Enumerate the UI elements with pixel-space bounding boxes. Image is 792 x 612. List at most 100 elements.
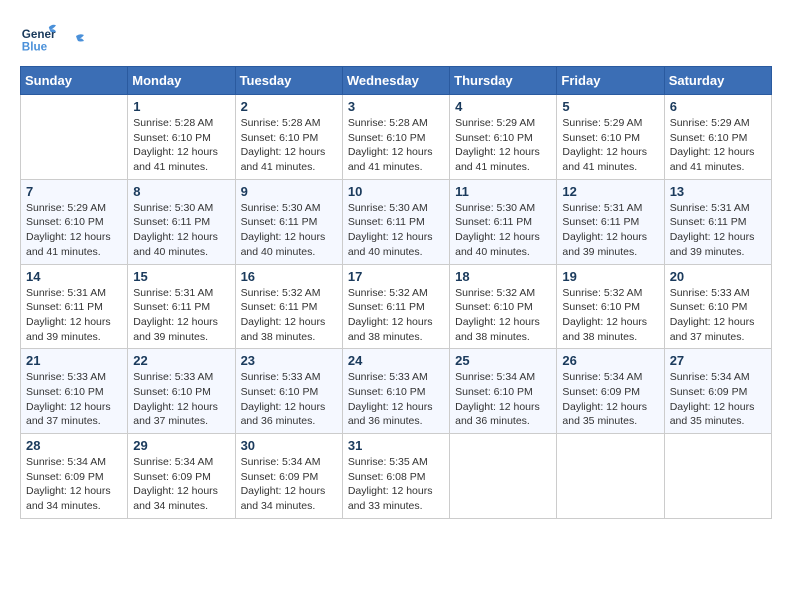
calendar-cell: 29 Sunrise: 5:34 AM Sunset: 6:09 PM Dayli… (128, 434, 235, 519)
calendar-cell: 24 Sunrise: 5:33 AM Sunset: 6:10 PM Dayli… (342, 349, 449, 434)
calendar-cell: 1 Sunrise: 5:28 AM Sunset: 6:10 PM Daylig… (128, 95, 235, 180)
day-number: 9 (241, 184, 337, 199)
calendar-cell (664, 434, 771, 519)
day-info: Sunrise: 5:28 AM Sunset: 6:10 PM Dayligh… (348, 116, 444, 175)
day-number: 8 (133, 184, 229, 199)
day-info: Sunrise: 5:28 AM Sunset: 6:10 PM Dayligh… (241, 116, 337, 175)
calendar-cell: 2 Sunrise: 5:28 AM Sunset: 6:10 PM Daylig… (235, 95, 342, 180)
calendar-cell (557, 434, 664, 519)
calendar-cell: 18 Sunrise: 5:32 AM Sunset: 6:10 PM Dayli… (450, 264, 557, 349)
day-number: 1 (133, 99, 229, 114)
calendar-table: SundayMondayTuesdayWednesdayThursdayFrid… (20, 66, 772, 519)
day-info: Sunrise: 5:34 AM Sunset: 6:09 PM Dayligh… (562, 370, 658, 429)
weekday-header-monday: Monday (128, 67, 235, 95)
day-number: 7 (26, 184, 122, 199)
day-info: Sunrise: 5:30 AM Sunset: 6:11 PM Dayligh… (348, 201, 444, 260)
calendar-cell: 20 Sunrise: 5:33 AM Sunset: 6:10 PM Dayli… (664, 264, 771, 349)
calendar-cell: 28 Sunrise: 5:34 AM Sunset: 6:09 PM Dayli… (21, 434, 128, 519)
day-number: 10 (348, 184, 444, 199)
calendar-cell: 16 Sunrise: 5:32 AM Sunset: 6:11 PM Dayli… (235, 264, 342, 349)
day-number: 27 (670, 353, 766, 368)
day-info: Sunrise: 5:32 AM Sunset: 6:10 PM Dayligh… (455, 286, 551, 345)
day-info: Sunrise: 5:33 AM Sunset: 6:10 PM Dayligh… (26, 370, 122, 429)
calendar-cell: 19 Sunrise: 5:32 AM Sunset: 6:10 PM Dayli… (557, 264, 664, 349)
day-info: Sunrise: 5:31 AM Sunset: 6:11 PM Dayligh… (562, 201, 658, 260)
day-number: 20 (670, 269, 766, 284)
day-info: Sunrise: 5:31 AM Sunset: 6:11 PM Dayligh… (133, 286, 229, 345)
calendar-cell: 13Sunrise: 5:31 AM Sunset: 6:11 PM Dayli… (664, 179, 771, 264)
day-info: Sunrise: 5:33 AM Sunset: 6:10 PM Dayligh… (670, 286, 766, 345)
day-number: 12 (562, 184, 658, 199)
calendar-cell: 10 Sunrise: 5:30 AM Sunset: 6:11 PM Dayli… (342, 179, 449, 264)
calendar-cell: 7 Sunrise: 5:29 AM Sunset: 6:10 PM Daylig… (21, 179, 128, 264)
day-number: 16 (241, 269, 337, 284)
weekday-header-saturday: Saturday (664, 67, 771, 95)
calendar-cell: 11 Sunrise: 5:30 AM Sunset: 6:11 PM Dayli… (450, 179, 557, 264)
day-number: 30 (241, 438, 337, 453)
day-info: Sunrise: 5:34 AM Sunset: 6:09 PM Dayligh… (133, 455, 229, 514)
day-number: 14 (26, 269, 122, 284)
day-number: 15 (133, 269, 229, 284)
day-number: 13 (670, 184, 766, 199)
weekday-header-sunday: Sunday (21, 67, 128, 95)
day-number: 25 (455, 353, 551, 368)
day-number: 21 (26, 353, 122, 368)
day-number: 5 (562, 99, 658, 114)
day-info: Sunrise: 5:33 AM Sunset: 6:10 PM Dayligh… (241, 370, 337, 429)
day-info: Sunrise: 5:35 AM Sunset: 6:08 PM Dayligh… (348, 455, 444, 514)
day-number: 6 (670, 99, 766, 114)
day-info: Sunrise: 5:30 AM Sunset: 6:11 PM Dayligh… (133, 201, 229, 260)
day-info: Sunrise: 5:28 AM Sunset: 6:10 PM Dayligh… (133, 116, 229, 175)
day-number: 17 (348, 269, 444, 284)
weekday-header-tuesday: Tuesday (235, 67, 342, 95)
calendar-cell: 4Sunrise: 5:29 AM Sunset: 6:10 PM Daylig… (450, 95, 557, 180)
day-number: 3 (348, 99, 444, 114)
day-info: Sunrise: 5:30 AM Sunset: 6:11 PM Dayligh… (455, 201, 551, 260)
calendar-cell: 17 Sunrise: 5:32 AM Sunset: 6:11 PM Dayli… (342, 264, 449, 349)
day-info: Sunrise: 5:34 AM Sunset: 6:09 PM Dayligh… (241, 455, 337, 514)
day-number: 31 (348, 438, 444, 453)
day-number: 11 (455, 184, 551, 199)
calendar-cell: 25 Sunrise: 5:34 AM Sunset: 6:10 PM Dayli… (450, 349, 557, 434)
calendar-cell: 27Sunrise: 5:34 AM Sunset: 6:09 PM Dayli… (664, 349, 771, 434)
day-info: Sunrise: 5:33 AM Sunset: 6:10 PM Dayligh… (348, 370, 444, 429)
calendar-cell (450, 434, 557, 519)
day-number: 2 (241, 99, 337, 114)
day-info: Sunrise: 5:29 AM Sunset: 6:10 PM Dayligh… (562, 116, 658, 175)
calendar-cell (21, 95, 128, 180)
day-number: 26 (562, 353, 658, 368)
day-info: Sunrise: 5:29 AM Sunset: 6:10 PM Dayligh… (26, 201, 122, 260)
day-info: Sunrise: 5:32 AM Sunset: 6:10 PM Dayligh… (562, 286, 658, 345)
weekday-header-friday: Friday (557, 67, 664, 95)
day-number: 18 (455, 269, 551, 284)
calendar-cell: 8 Sunrise: 5:30 AM Sunset: 6:11 PM Daylig… (128, 179, 235, 264)
day-number: 29 (133, 438, 229, 453)
calendar-cell: 21 Sunrise: 5:33 AM Sunset: 6:10 PM Dayli… (21, 349, 128, 434)
day-info: Sunrise: 5:29 AM Sunset: 6:10 PM Dayligh… (670, 116, 766, 175)
day-info: Sunrise: 5:32 AM Sunset: 6:11 PM Dayligh… (348, 286, 444, 345)
svg-text:Blue: Blue (22, 41, 48, 54)
day-number: 22 (133, 353, 229, 368)
day-info: Sunrise: 5:29 AM Sunset: 6:10 PM Dayligh… (455, 116, 551, 175)
calendar-cell: 3 Sunrise: 5:28 AM Sunset: 6:10 PM Daylig… (342, 95, 449, 180)
weekday-header-wednesday: Wednesday (342, 67, 449, 95)
day-number: 23 (241, 353, 337, 368)
calendar-cell: 6 Sunrise: 5:29 AM Sunset: 6:10 PM Daylig… (664, 95, 771, 180)
calendar-cell: 9 Sunrise: 5:30 AM Sunset: 6:11 PM Daylig… (235, 179, 342, 264)
day-info: Sunrise: 5:33 AM Sunset: 6:10 PM Dayligh… (133, 370, 229, 429)
calendar-cell: 14Sunrise: 5:31 AM Sunset: 6:11 PM Dayli… (21, 264, 128, 349)
calendar-cell: 12 Sunrise: 5:31 AM Sunset: 6:11 PM Dayli… (557, 179, 664, 264)
calendar-cell: 5 Sunrise: 5:29 AM Sunset: 6:10 PM Daylig… (557, 95, 664, 180)
calendar-cell: 26 Sunrise: 5:34 AM Sunset: 6:09 PM Dayli… (557, 349, 664, 434)
day-info: Sunrise: 5:30 AM Sunset: 6:11 PM Dayligh… (241, 201, 337, 260)
logo: General Blue (20, 20, 86, 56)
page-header: General Blue (20, 20, 772, 56)
day-info: Sunrise: 5:34 AM Sunset: 6:09 PM Dayligh… (26, 455, 122, 514)
day-number: 24 (348, 353, 444, 368)
calendar-cell: 15 Sunrise: 5:31 AM Sunset: 6:11 PM Dayli… (128, 264, 235, 349)
day-number: 19 (562, 269, 658, 284)
day-info: Sunrise: 5:32 AM Sunset: 6:11 PM Dayligh… (241, 286, 337, 345)
calendar-cell: 30 Sunrise: 5:34 AM Sunset: 6:09 PM Dayli… (235, 434, 342, 519)
day-number: 28 (26, 438, 122, 453)
day-info: Sunrise: 5:34 AM Sunset: 6:10 PM Dayligh… (455, 370, 551, 429)
